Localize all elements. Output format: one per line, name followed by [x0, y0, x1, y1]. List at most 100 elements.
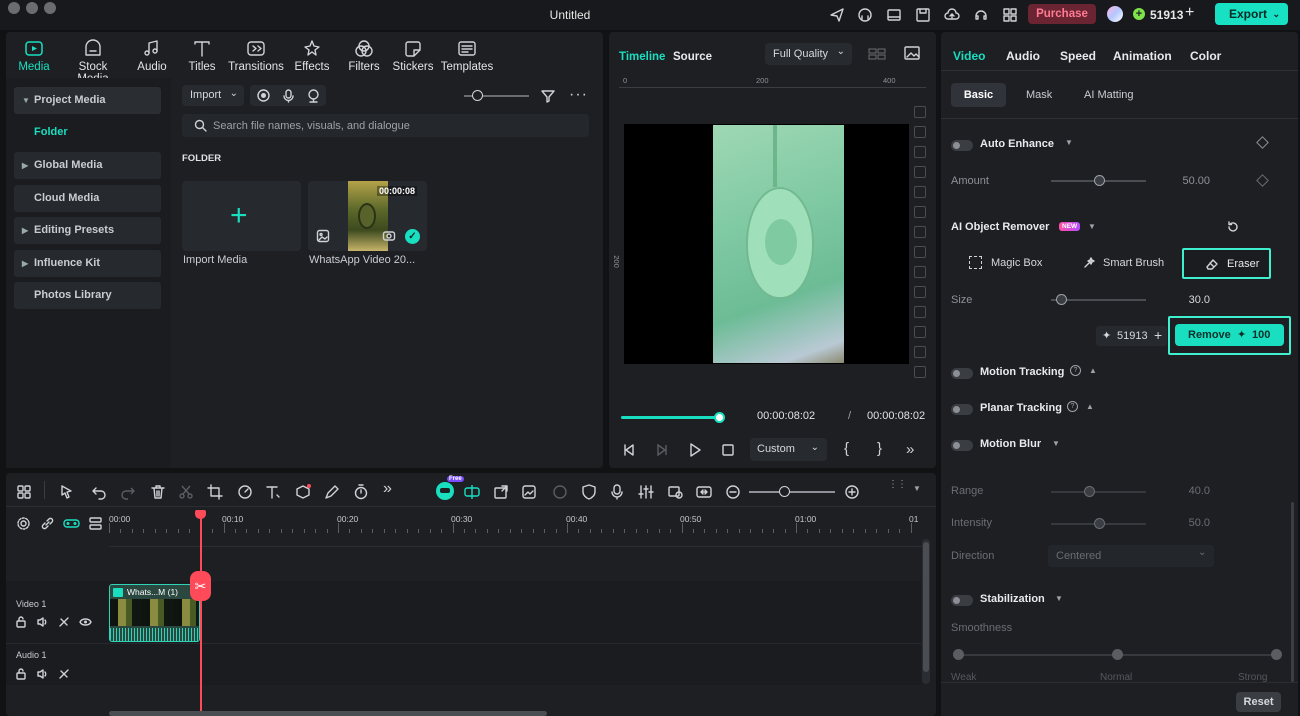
caret-down-icon[interactable]: ▼: [1065, 138, 1073, 147]
avatar[interactable]: [1107, 6, 1123, 22]
amount-slider[interactable]: [1051, 175, 1146, 186]
import-dropdown[interactable]: Import ⌄: [182, 85, 244, 106]
tab-audio[interactable]: Audio: [1006, 49, 1040, 63]
add-track-icon[interactable]: [88, 516, 103, 531]
sidebar-item-global-media[interactable]: ▶ Global Media: [14, 152, 161, 179]
tab-source[interactable]: Source: [673, 51, 712, 63]
tab-video[interactable]: Video: [953, 49, 985, 63]
tab-speed[interactable]: Speed: [1060, 49, 1096, 63]
lock-icon[interactable]: [15, 668, 27, 680]
zoom-slider[interactable]: [464, 90, 529, 101]
zoom-in-icon[interactable]: [843, 483, 861, 501]
more-controls-icon[interactable]: »: [906, 441, 914, 458]
zoom-window-button[interactable]: [44, 2, 56, 14]
select-tool-icon[interactable]: [58, 483, 76, 501]
save-icon[interactable]: [914, 6, 932, 24]
lock-icon[interactable]: [15, 616, 27, 628]
stop-icon[interactable]: [720, 442, 736, 458]
ai-copilot-icon[interactable]: [436, 482, 454, 500]
tab-timeline[interactable]: Timeline: [619, 51, 665, 63]
undo-icon[interactable]: [90, 483, 108, 501]
previous-frame-icon[interactable]: [621, 442, 637, 458]
shield-icon[interactable]: [580, 483, 598, 501]
split-audio-icon[interactable]: [463, 483, 481, 501]
caret-down-icon[interactable]: ▼: [1088, 222, 1096, 231]
playhead[interactable]: [200, 510, 202, 716]
eraser-button[interactable]: Eraser: [1182, 248, 1271, 279]
snapshot-icon[interactable]: [903, 45, 921, 62]
range-slider[interactable]: [1051, 486, 1146, 497]
tab-templates[interactable]: Templates: [438, 38, 496, 73]
play-icon[interactable]: [687, 442, 703, 458]
tab-filters[interactable]: Filters: [344, 38, 384, 73]
record-voice-icon[interactable]: [608, 483, 626, 501]
tab-animation[interactable]: Animation: [1113, 49, 1172, 63]
export-button[interactable]: Export ⌄: [1215, 3, 1288, 25]
horizontal-scrollbar[interactable]: [109, 711, 547, 716]
delete-icon[interactable]: [149, 483, 167, 501]
help-icon[interactable]: ?: [1067, 401, 1078, 412]
text-tool-icon[interactable]: [264, 483, 282, 501]
subtab-ai-matting[interactable]: AI Matting: [1084, 89, 1134, 101]
tab-effects[interactable]: Effects: [292, 38, 332, 73]
smart-brush-button[interactable]: Smart Brush: [1103, 257, 1164, 269]
layout-icon[interactable]: [885, 6, 903, 24]
remove-button[interactable]: Remove ✦ 100: [1175, 324, 1284, 346]
auto-enhance-toggle[interactable]: [951, 140, 973, 151]
microphone-icon[interactable]: [281, 88, 296, 103]
playhead-handle[interactable]: [195, 510, 206, 519]
mark-out-icon[interactable]: }: [877, 440, 882, 457]
volume-icon[interactable]: [36, 668, 48, 680]
zoom-select[interactable]: Custom ⌄: [750, 438, 827, 461]
next-frame-icon[interactable]: [654, 442, 670, 458]
sidebar-item-influence-kit[interactable]: ▶ Influence Kit: [14, 250, 161, 277]
fit-timeline-icon[interactable]: [695, 483, 713, 501]
stabilization-toggle[interactable]: [951, 595, 973, 606]
caret-up-icon[interactable]: ▲: [1086, 402, 1094, 411]
mark-in-icon[interactable]: {: [844, 440, 849, 457]
playhead-knob[interactable]: [714, 412, 725, 423]
grid-icon[interactable]: [1001, 6, 1019, 24]
purchase-button[interactable]: Purchase: [1028, 4, 1096, 24]
send-icon[interactable]: [828, 6, 846, 24]
layout-grid-icon[interactable]: [15, 483, 33, 501]
keyframe-icon[interactable]: [1256, 136, 1269, 149]
minimize-window-button[interactable]: [26, 2, 38, 14]
preview-canvas[interactable]: [624, 124, 909, 364]
mute-effect-icon[interactable]: [58, 668, 70, 680]
vertical-scrollbar[interactable]: [922, 539, 930, 684]
close-window-button[interactable]: [8, 2, 20, 14]
inspector-scrollbar[interactable]: [1291, 502, 1294, 682]
tab-titles[interactable]: Titles: [178, 38, 226, 73]
volume-icon[interactable]: [36, 616, 48, 628]
snap-icon[interactable]: [63, 516, 80, 531]
cut-icon[interactable]: [177, 483, 195, 501]
pen-tool-icon[interactable]: [323, 483, 341, 501]
crop-icon[interactable]: [206, 483, 224, 501]
auto-reframe-icon[interactable]: [551, 483, 569, 501]
motion-blur-toggle[interactable]: [951, 440, 973, 451]
audio-mixer-icon[interactable]: [637, 483, 655, 501]
quality-select[interactable]: Full Quality ⌄: [765, 43, 852, 65]
import-media-tile[interactable]: +: [182, 181, 301, 251]
support-icon[interactable]: [972, 6, 990, 24]
caret-up-icon[interactable]: ▲: [1089, 366, 1097, 375]
add-credits-icon[interactable]: +: [1185, 4, 1194, 22]
mute-effect-icon[interactable]: [58, 616, 70, 628]
sidebar-item-photos-library[interactable]: Photos Library: [14, 282, 161, 309]
magic-box-button[interactable]: Magic Box: [991, 257, 1042, 269]
sidebar-item-folder[interactable]: Folder: [34, 126, 68, 138]
timeline-zoom-slider[interactable]: [749, 486, 835, 497]
smoothness-slider[interactable]: [953, 649, 1282, 660]
subtab-basic[interactable]: Basic: [951, 83, 1006, 107]
tab-audio[interactable]: Audio: [134, 38, 170, 73]
media-clip-thumbnail[interactable]: 00:00:08 ✓: [308, 181, 427, 251]
size-slider[interactable]: [1051, 294, 1146, 305]
tab-transitions[interactable]: Transitions: [228, 38, 284, 73]
track-settings-icon[interactable]: [16, 516, 31, 531]
subtab-mask[interactable]: Mask: [1026, 89, 1052, 101]
tab-color[interactable]: Color: [1190, 49, 1221, 63]
caret-down-icon[interactable]: ▼: [1052, 439, 1060, 448]
keyframe-icon[interactable]: [1256, 174, 1269, 187]
link-icon[interactable]: [40, 516, 55, 531]
